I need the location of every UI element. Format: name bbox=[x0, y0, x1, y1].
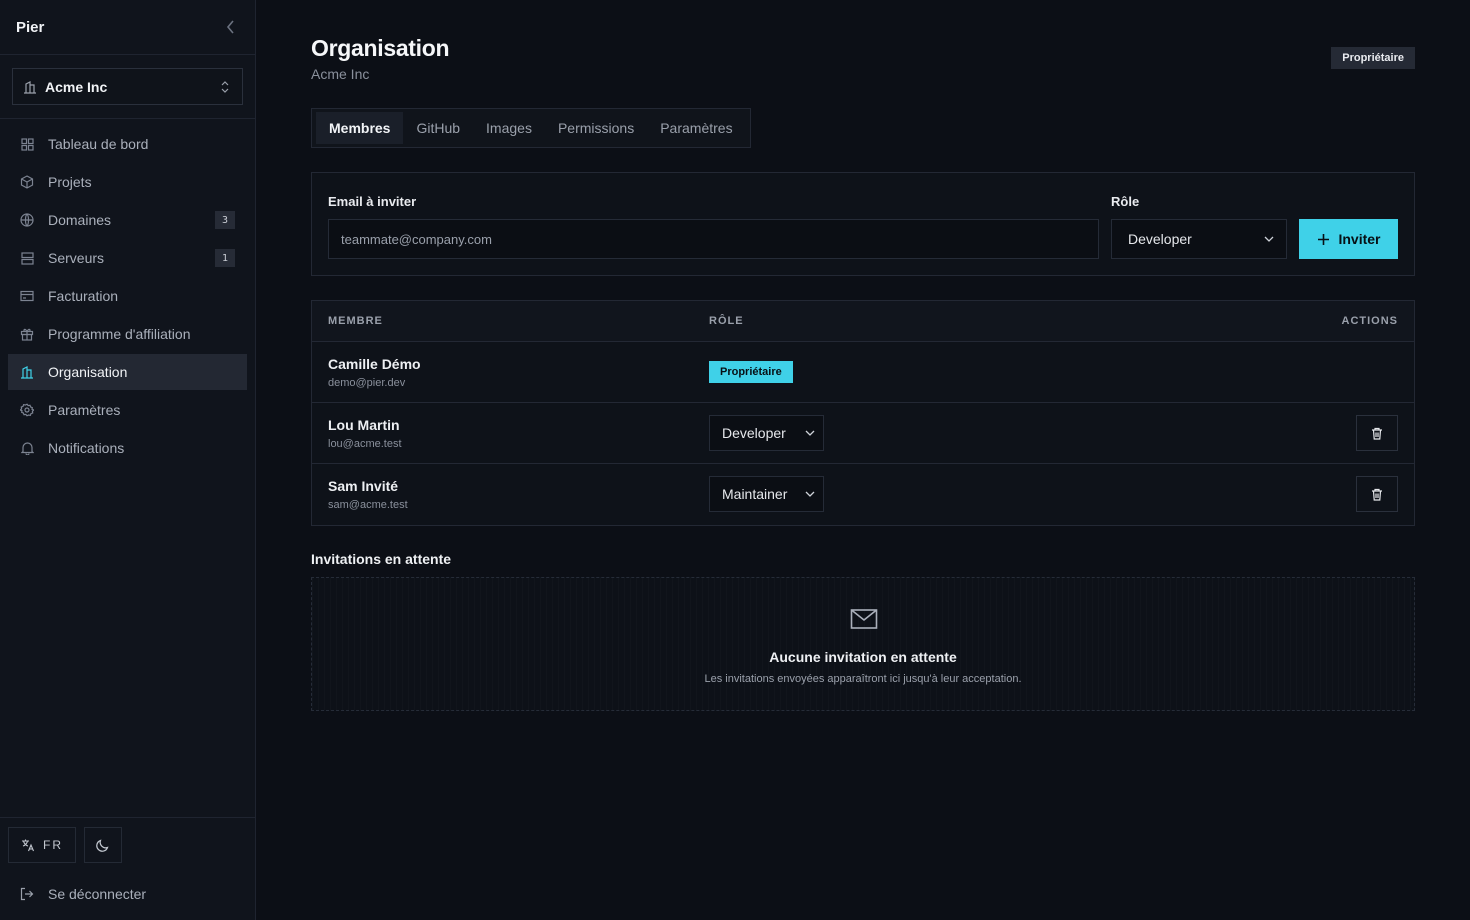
sidebar-item-settings[interactable]: Paramètres bbox=[8, 392, 247, 428]
invite-card: Email à inviter Rôle Developer Inviter bbox=[311, 172, 1415, 276]
table-row: Sam Invité sam@acme.test Maintainer bbox=[312, 464, 1414, 525]
globe-icon bbox=[20, 213, 34, 227]
language-button[interactable]: FR bbox=[8, 827, 76, 863]
role-select-value: Developer bbox=[1128, 231, 1192, 247]
sidebar-item-label: Programme d'affiliation bbox=[48, 326, 191, 342]
page-title: Organisation bbox=[311, 35, 450, 61]
building-icon bbox=[23, 80, 37, 94]
tab-settings[interactable]: Paramètres bbox=[647, 112, 745, 144]
count-badge: 1 bbox=[215, 249, 235, 267]
member-email: demo@pier.dev bbox=[328, 377, 406, 389]
owner-role-badge: Propriétaire bbox=[709, 361, 793, 383]
sidebar-item-label: Projets bbox=[48, 174, 92, 190]
member-name: Camille Démo bbox=[328, 356, 421, 372]
sidebar-tools: FR bbox=[0, 818, 255, 872]
translate-icon bbox=[21, 838, 35, 852]
dashboard-icon bbox=[20, 137, 34, 151]
gear-icon bbox=[20, 403, 34, 417]
count-badge: 3 bbox=[215, 211, 235, 229]
member-email: sam@acme.test bbox=[328, 499, 408, 511]
sidebar-item-dashboard[interactable]: Tableau de bord bbox=[8, 126, 247, 162]
sidebar-item-label: Facturation bbox=[48, 288, 119, 304]
sidebar-item-label: Organisation bbox=[48, 364, 128, 380]
sidebar: Pier Acme Inc Tableau de bord Projets Do… bbox=[0, 0, 256, 920]
chevron-down-icon bbox=[1262, 232, 1276, 246]
tabs: Membres GitHub Images Permissions Paramè… bbox=[311, 108, 751, 148]
chevron-down-icon bbox=[803, 487, 817, 501]
sidebar-item-label: Serveurs bbox=[48, 250, 105, 266]
sidebar-item-notifications[interactable]: Notifications bbox=[8, 430, 247, 466]
trash-icon bbox=[1370, 426, 1384, 440]
empty-state-title: Aucune invitation en attente bbox=[769, 649, 957, 665]
column-header-actions: ACTIONS bbox=[1341, 315, 1398, 327]
invite-button-label: Inviter bbox=[1338, 231, 1381, 247]
box-icon bbox=[20, 175, 34, 189]
column-header-member: MEMBRE bbox=[328, 315, 383, 327]
brand-row: Pier bbox=[0, 0, 255, 55]
chevron-up-down-icon bbox=[218, 80, 232, 94]
mail-icon bbox=[850, 608, 878, 633]
tab-members[interactable]: Membres bbox=[316, 112, 404, 144]
credit-card-icon bbox=[20, 289, 34, 303]
sidebar-item-label: Paramètres bbox=[48, 402, 121, 418]
trash-icon bbox=[1370, 487, 1384, 501]
empty-state-description: Les invitations envoyées apparaîtront ic… bbox=[704, 673, 1022, 685]
tab-images[interactable]: Images bbox=[473, 112, 545, 144]
sidebar-nav: Tableau de bord Projets Domaines 3 Serve… bbox=[0, 119, 255, 475]
member-role-select[interactable]: Maintainer bbox=[709, 476, 824, 512]
delete-member-button[interactable] bbox=[1356, 476, 1398, 512]
collapse-sidebar-icon[interactable] bbox=[221, 18, 239, 36]
org-name: Acme Inc bbox=[45, 78, 108, 95]
language-label: FR bbox=[43, 838, 63, 852]
theme-toggle-button[interactable] bbox=[84, 827, 122, 863]
pending-invitations-empty-state: Aucune invitation en attente Les invitat… bbox=[311, 577, 1415, 711]
sidebar-item-domains[interactable]: Domaines 3 bbox=[8, 202, 247, 238]
chevron-down-icon bbox=[803, 426, 817, 440]
sidebar-item-label: Domaines bbox=[48, 212, 112, 228]
logout-button[interactable]: Se déconnecter bbox=[0, 872, 255, 916]
delete-member-button[interactable] bbox=[1356, 415, 1398, 451]
pending-invitations-title: Invitations en attente bbox=[311, 551, 452, 567]
org-switcher[interactable]: Acme Inc bbox=[12, 68, 243, 105]
sidebar-item-servers[interactable]: Serveurs 1 bbox=[8, 240, 247, 276]
building-icon bbox=[20, 365, 34, 379]
moon-icon bbox=[96, 838, 110, 852]
table-row: Camille Démo demo@pier.dev Propriétaire bbox=[312, 342, 1414, 403]
member-name: Lou Martin bbox=[328, 417, 400, 433]
members-table: MEMBRE RÔLE ACTIONS Camille Démo demo@pi… bbox=[311, 300, 1415, 526]
gift-icon bbox=[20, 327, 34, 341]
member-role-value: Maintainer bbox=[722, 486, 788, 502]
server-icon bbox=[20, 251, 34, 265]
tab-permissions[interactable]: Permissions bbox=[545, 112, 647, 144]
member-role-select[interactable]: Developer bbox=[709, 415, 824, 451]
sidebar-item-label: Tableau de bord bbox=[48, 136, 149, 152]
email-field[interactable] bbox=[328, 219, 1099, 259]
sidebar-item-projects[interactable]: Projets bbox=[8, 164, 247, 200]
sidebar-item-affiliate[interactable]: Programme d'affiliation bbox=[8, 316, 247, 352]
org-switcher-wrap: Acme Inc bbox=[0, 55, 255, 119]
member-name: Sam Invité bbox=[328, 478, 399, 494]
member-email: lou@acme.test bbox=[328, 438, 402, 450]
column-header-role: RÔLE bbox=[709, 315, 744, 327]
role-label: Rôle bbox=[1111, 194, 1140, 209]
plus-icon bbox=[1316, 232, 1330, 246]
bell-icon bbox=[20, 441, 34, 455]
table-row: Lou Martin lou@acme.test Developer bbox=[312, 403, 1414, 464]
logout-icon bbox=[20, 887, 34, 901]
role-select[interactable]: Developer bbox=[1111, 219, 1287, 259]
brand-name: Pier bbox=[16, 18, 45, 36]
logout-label: Se déconnecter bbox=[48, 886, 147, 902]
invite-button[interactable]: Inviter bbox=[1299, 219, 1398, 259]
email-label: Email à inviter bbox=[328, 194, 417, 209]
table-header: MEMBRE RÔLE ACTIONS bbox=[312, 301, 1414, 342]
sidebar-item-billing[interactable]: Facturation bbox=[8, 278, 247, 314]
member-role-value: Developer bbox=[722, 425, 786, 441]
sidebar-footer: FR Se déconnecter bbox=[0, 817, 255, 920]
page-subtitle: Acme Inc bbox=[311, 66, 370, 82]
current-role-badge: Propriétaire bbox=[1331, 47, 1415, 69]
sidebar-item-label: Notifications bbox=[48, 440, 125, 456]
tab-github[interactable]: GitHub bbox=[403, 112, 473, 144]
sidebar-item-organisation[interactable]: Organisation bbox=[8, 354, 247, 390]
